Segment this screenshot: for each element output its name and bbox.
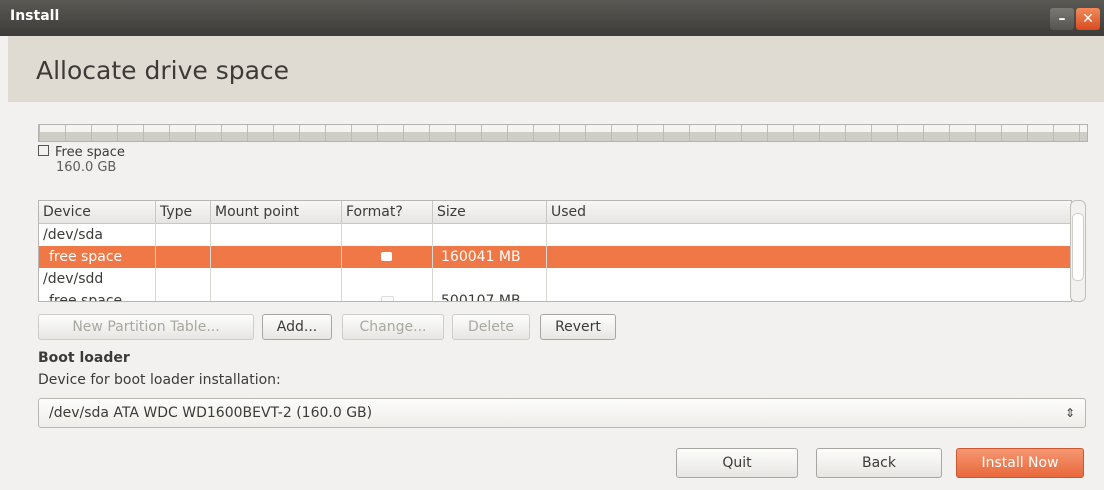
cell-device: /dev/sda	[43, 227, 103, 243]
column-size[interactable]: Size	[433, 201, 547, 223]
partition-bar	[38, 124, 1088, 142]
boot-loader-selected-value: /dev/sda ATA WDC WD1600BEVT-2 (160.0 GB)	[49, 405, 373, 421]
format-checkbox[interactable]	[381, 252, 392, 261]
main-content: Free space 160.0 GB Device Type Mount po…	[8, 102, 1104, 490]
table-row[interactable]: /dev/sdd	[39, 268, 1071, 290]
table-row[interactable]: free space 500107 MB	[39, 290, 1071, 302]
cell-size: 160041 MB	[441, 249, 521, 265]
close-icon[interactable]: ✕	[1076, 8, 1100, 30]
legend-label: Free space	[55, 145, 125, 160]
window-title: Install	[10, 8, 60, 24]
grid-line	[210, 223, 211, 301]
table-row[interactable]: /dev/sda	[39, 224, 1071, 246]
partition-table: Device Type Mount point Format? Size Use…	[38, 200, 1072, 302]
free-space-swatch-icon	[38, 145, 49, 156]
partition-legend: Free space 160.0 GB	[38, 145, 125, 175]
revert-button[interactable]: Revert	[540, 314, 616, 340]
column-device[interactable]: Device	[39, 201, 156, 223]
quit-button[interactable]: Quit	[676, 448, 798, 478]
cell-device: free space	[49, 249, 123, 265]
delete-partition-button[interactable]: Delete	[452, 314, 530, 340]
page-title: Allocate drive space	[36, 56, 290, 85]
boot-loader-label: Device for boot loader installation:	[38, 372, 281, 388]
page-header: Allocate drive space	[8, 36, 1104, 102]
column-mount-point[interactable]: Mount point	[211, 201, 342, 223]
column-type[interactable]: Type	[156, 201, 211, 223]
boot-loader-device-select[interactable]: /dev/sda ATA WDC WD1600BEVT-2 (160.0 GB)…	[38, 398, 1086, 428]
back-button[interactable]: Back	[816, 448, 942, 478]
table-row-selected[interactable]: free space 160041 MB	[39, 246, 1071, 268]
add-partition-button[interactable]: Add...	[262, 314, 332, 340]
boot-loader-heading: Boot loader	[38, 350, 130, 366]
grid-line	[155, 223, 156, 301]
format-checkbox[interactable]	[381, 296, 394, 301]
minimize-icon[interactable]: –	[1050, 8, 1074, 30]
grid-line	[432, 223, 433, 301]
legend-size: 160.0 GB	[56, 160, 117, 175]
column-used[interactable]: Used	[547, 201, 1071, 223]
scrollbar-thumb[interactable]	[1072, 213, 1084, 281]
change-partition-button[interactable]: Change...	[342, 314, 444, 340]
table-scrollbar[interactable]	[1070, 200, 1086, 302]
updown-arrows-icon: ⇕	[1064, 406, 1075, 420]
grid-line	[546, 223, 547, 301]
new-partition-table-button[interactable]: New Partition Table...	[38, 314, 254, 340]
window-titlebar: Install – ✕	[0, 0, 1104, 36]
cell-device: free space	[49, 293, 123, 302]
grid-line	[341, 223, 342, 301]
column-format[interactable]: Format?	[342, 201, 433, 223]
table-header: Device Type Mount point Format? Size Use…	[39, 201, 1071, 224]
install-now-button[interactable]: Install Now	[956, 448, 1084, 478]
cell-size: 500107 MB	[441, 293, 521, 302]
cell-device: /dev/sdd	[43, 271, 104, 287]
